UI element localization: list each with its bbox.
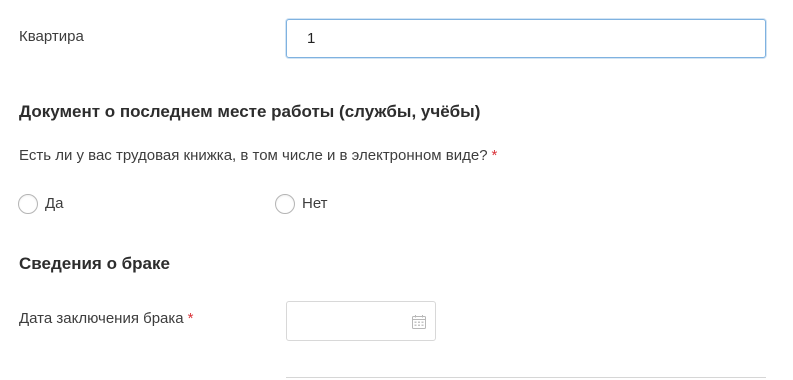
work-book-question-text: Есть ли у вас трудовая книжка, в том чис… [19,147,488,164]
marriage-date-input[interactable] [286,301,436,341]
required-marker: * [491,147,498,164]
radio-button-yes[interactable] [18,194,38,214]
next-field-border [286,377,766,378]
required-marker: * [187,310,194,327]
calendar-icon[interactable] [411,314,427,330]
radio-label-yes: Да [45,195,64,212]
work-book-question: Есть ли у вас трудовая книжка, в том чис… [19,147,497,165]
marriage-section-title: Сведения о браке [19,254,170,273]
radio-button-no[interactable] [275,194,295,214]
radio-option-yes[interactable]: Да [18,194,64,214]
work-document-section-title: Документ о последнем месте работы (служб… [19,102,481,121]
apartment-label: Квартира [19,28,84,45]
marriage-date-label: Дата заключения брака * [19,310,193,328]
radio-label-no: Нет [302,195,328,212]
radio-option-no[interactable]: Нет [275,194,328,214]
marriage-date-label-text: Дата заключения брака [19,310,184,327]
apartment-input[interactable] [286,19,766,58]
